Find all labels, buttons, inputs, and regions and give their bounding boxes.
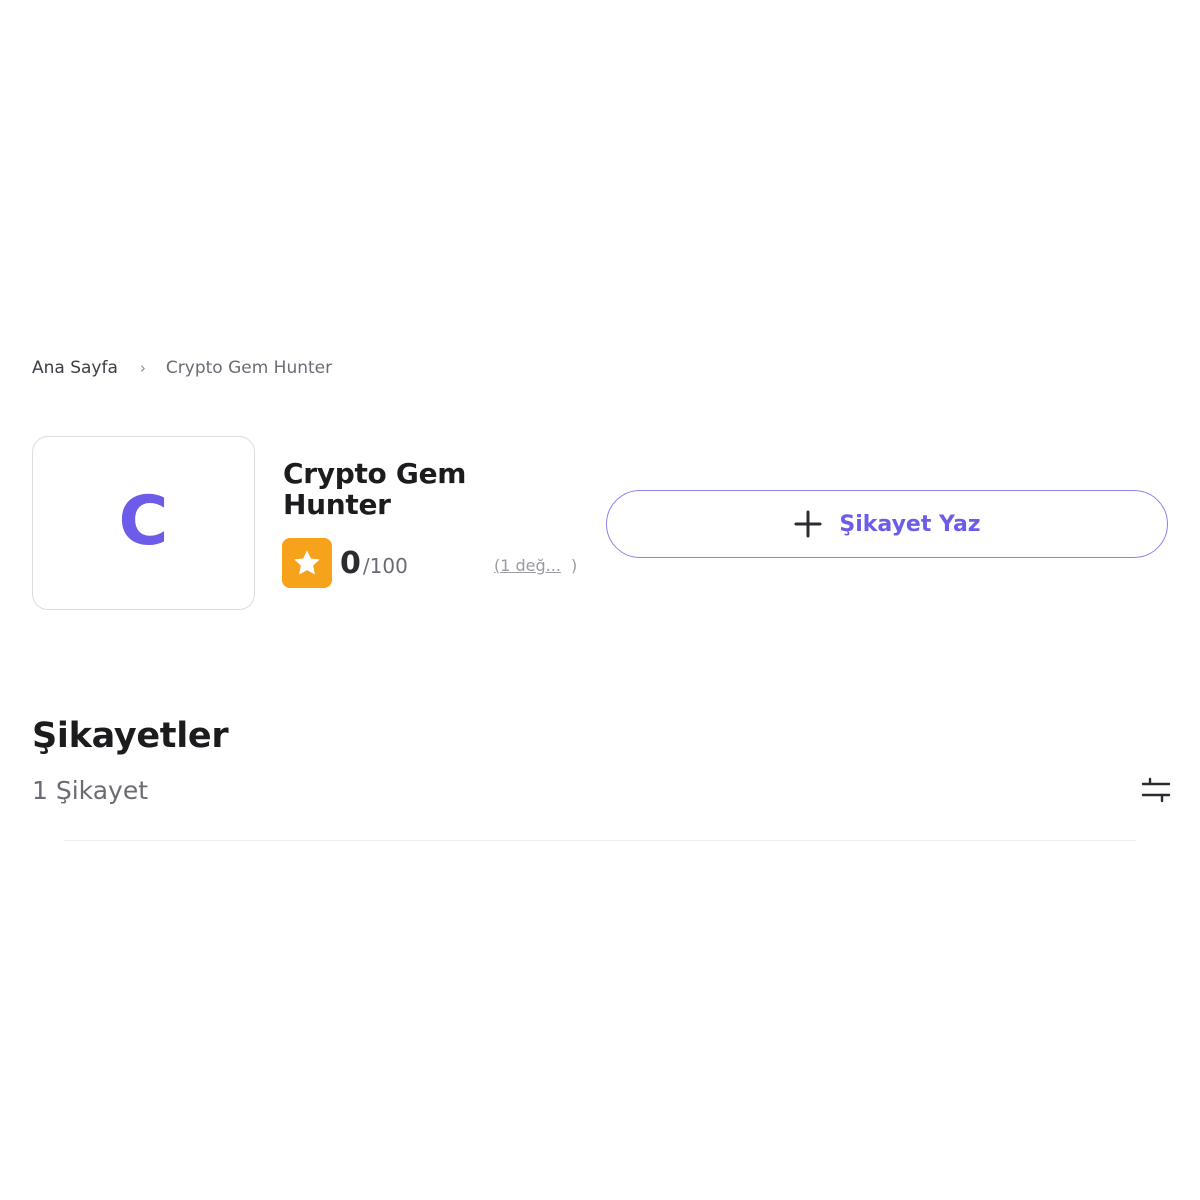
chevron-right-icon: › bbox=[139, 359, 146, 377]
breadcrumb-current: Crypto Gem Hunter bbox=[165, 358, 333, 378]
reviews-close-paren: ) bbox=[570, 556, 578, 575]
plus-icon bbox=[794, 510, 822, 538]
complaints-count: 1 Şikayet bbox=[32, 776, 149, 805]
company-logo-letter: C bbox=[118, 482, 169, 561]
company-logo: C bbox=[32, 436, 255, 610]
write-complaint-button[interactable]: Şikayet Yaz bbox=[606, 490, 1168, 558]
company-page: Ana Sayfa › Crypto Gem Hunter C Crypto G… bbox=[0, 0, 1200, 1200]
complaints-title: Şikayetler bbox=[32, 716, 229, 756]
breadcrumb: Ana Sayfa › Crypto Gem Hunter bbox=[32, 358, 332, 378]
rating-score: 0 bbox=[340, 545, 361, 581]
filter-sliders-icon[interactable] bbox=[1140, 774, 1172, 806]
company-name: Crypto Gem Hunter bbox=[283, 457, 467, 521]
write-complaint-label: Şikayet Yaz bbox=[839, 511, 981, 537]
star-icon bbox=[282, 538, 332, 588]
reviews-count-link[interactable]: (1 değ...) bbox=[494, 556, 577, 575]
rating-max: /100 bbox=[362, 554, 408, 578]
rating: 0 /100 bbox=[282, 538, 408, 588]
divider bbox=[64, 840, 1136, 841]
reviews-count-text: 1 değ... bbox=[500, 556, 561, 575]
breadcrumb-home-link[interactable]: Ana Sayfa bbox=[32, 358, 118, 378]
